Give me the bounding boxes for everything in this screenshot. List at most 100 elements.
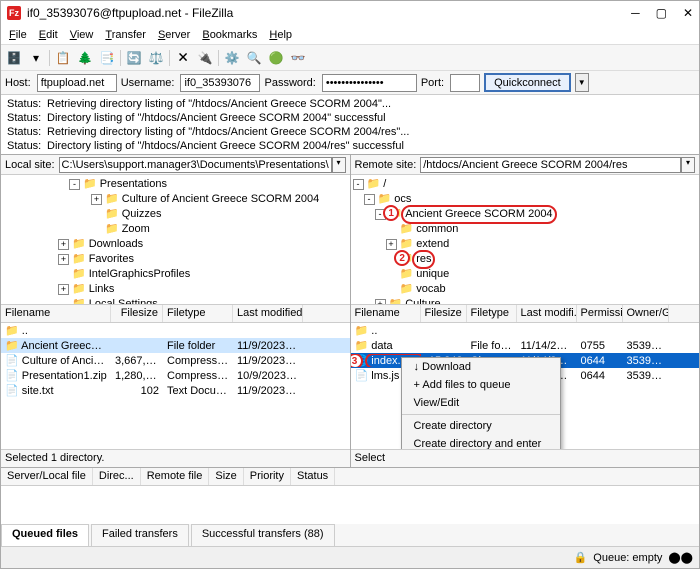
close-icon[interactable]: ✕ [683,6,693,20]
filter-icon[interactable]: ⚙️ [223,49,241,67]
remote-tree[interactable]: -📁/-📁ocs-📁Ancient Greece SCORM 20041📁com… [351,175,700,305]
file-row[interactable]: 📁 .. [1,323,350,338]
menu-view[interactable]: View [64,27,100,43]
pass-input[interactable] [322,74,417,92]
port-input[interactable] [450,74,480,92]
local-tree-item[interactable]: -📁Presentations [3,177,348,192]
expander-icon[interactable]: - [364,194,375,205]
remote-tree-item[interactable]: -📁/ [353,177,698,192]
queue-col[interactable]: Direc... [93,468,141,485]
search-icon[interactable]: 🔍 [245,49,263,67]
tab[interactable]: Failed transfers [91,524,189,546]
process-icon[interactable]: 🟢 [267,49,285,67]
quickconnect-dd-icon[interactable]: ▼ [575,73,589,92]
queue-col[interactable]: Server/Local file [1,468,93,485]
col-header[interactable]: Filesize [421,305,467,322]
remote-tree-item[interactable]: 📁res2 [353,252,698,267]
menu-file[interactable]: File [3,27,33,43]
message-log: Status:Retrieving directory listing of "… [1,95,699,155]
file-row[interactable]: 📁 .. [351,323,700,338]
remote-path-dd-icon[interactable]: ▾ [681,157,695,173]
file-row[interactable]: 📄 Presentation1.zip1,280,748Compressed (… [1,368,350,383]
maximize-icon[interactable]: ▢ [656,6,667,20]
local-path-input[interactable] [59,157,332,173]
local-tree-item[interactable]: +📁Downloads [3,237,348,252]
file-row[interactable]: 📄 site.txt102Text Document11/9/2023 7:40… [1,383,350,398]
tab[interactable]: Successful transfers (88) [191,524,335,546]
queue-col[interactable]: Size [209,468,243,485]
ctx-item[interactable]: Create directory [402,417,560,435]
toggle-queue-icon[interactable]: 📑 [98,49,116,67]
col-header[interactable]: Permissi... [577,305,623,322]
local-tree-item[interactable]: 📁Zoom [3,222,348,237]
reconnect-icon[interactable]: 🔌 [196,49,214,67]
expander-icon[interactable]: - [353,179,364,190]
ctx-item[interactable]: + Add files to queue [402,376,560,394]
file-row[interactable]: 📁 Ancient Greece SCO...File folder11/9/2… [1,338,350,353]
expander-icon[interactable]: + [58,284,69,295]
queue-col[interactable]: Status [291,468,335,485]
user-input[interactable] [180,74,260,92]
menu-edit[interactable]: Edit [33,27,64,43]
sitemanager-dd-icon[interactable]: ▾ [27,49,45,67]
remote-tree-item[interactable]: 📁vocab [353,282,698,297]
tab[interactable]: Queued files [1,524,89,546]
quickconnect-button[interactable]: Quickconnect [484,73,571,92]
ctx-item[interactable]: ↓ Download [402,358,560,376]
local-tree-item[interactable]: +📁Favorites [3,252,348,267]
menu-transfer[interactable]: Transfer [99,27,152,43]
col-header[interactable]: Filetype [467,305,517,322]
toggle-tree-icon[interactable]: 🌲 [76,49,94,67]
local-file-list[interactable]: 📁 ..📁 Ancient Greece SCO...File folder11… [1,323,350,449]
local-tree[interactable]: -📁Presentations+📁Culture of Ancient Gree… [1,175,350,305]
col-header[interactable]: Filename [351,305,421,322]
menu-server[interactable]: Server [152,27,196,43]
expander-icon[interactable]: + [58,254,69,265]
remote-tree-item[interactable]: +📁Culture [353,297,698,305]
col-header[interactable]: Last modified [233,305,303,322]
ctx-item[interactable]: Create directory and enter it [402,435,560,449]
find-icon[interactable]: 👓 [289,49,307,67]
queue-col[interactable]: Priority [244,468,291,485]
cell: 📁 .. [351,324,421,337]
file-row[interactable]: 📁 dataFile folder11/14/2023...0755353930… [351,338,700,353]
local-tree-item[interactable]: 📁Local Settings [3,297,348,305]
expander-icon[interactable]: + [91,194,102,205]
expander-icon[interactable]: + [58,239,69,250]
local-tree-item[interactable]: +📁Links [3,282,348,297]
expander-icon[interactable]: - [69,179,80,190]
local-tree-item[interactable]: +📁Culture of Ancient Greece SCORM 2004 [3,192,348,207]
cell: 10/9/2023 1:36... [233,370,303,382]
expander-icon[interactable]: + [386,239,397,250]
col-header[interactable]: Filename [1,305,111,322]
col-header[interactable]: Last modifi... [517,305,577,322]
expander-icon[interactable]: + [375,299,386,305]
remote-tree-item[interactable]: 📁common [353,222,698,237]
toggle-log-icon[interactable]: 📋 [54,49,72,67]
col-header[interactable]: Filesize [111,305,163,322]
remote-file-list[interactable]: 📁 ..📁 dataFile folder11/14/2023...075535… [351,323,700,449]
remote-tree-item[interactable]: -📁ocs [353,192,698,207]
local-tree-item[interactable]: 📁IntelGraphicsProfiles [3,267,348,282]
tree-label: extend [416,238,449,250]
queue-col[interactable]: Remote file [141,468,210,485]
menu-bookmarks[interactable]: Bookmarks [196,27,263,43]
host-input[interactable] [37,74,117,92]
ctx-item[interactable]: View/Edit [402,394,560,412]
local-tree-item[interactable]: 📁Quizzes [3,207,348,222]
compare-icon[interactable]: ⚖️ [147,49,165,67]
col-header[interactable]: Owner/Gr... [623,305,669,322]
remote-tree-item[interactable]: -📁Ancient Greece SCORM 20041 [353,207,698,222]
col-header[interactable]: Filetype [163,305,233,322]
menu-help[interactable]: Help [263,27,298,43]
cancel-icon[interactable]: 🗙 [174,49,192,67]
tree-label: Links [89,283,115,295]
remote-tree-item[interactable]: 📁unique [353,267,698,282]
sitemanager-icon[interactable]: 🗄️ [5,49,23,67]
sync-icon[interactable]: 🔄 [125,49,143,67]
cell: 1,280,748 [111,370,163,382]
minimize-icon[interactable]: ─ [631,6,640,20]
remote-path-input[interactable] [420,157,681,173]
local-path-dd-icon[interactable]: ▾ [332,157,346,173]
file-row[interactable]: 📄 Culture of Ancient G...3,667,991Compre… [1,353,350,368]
